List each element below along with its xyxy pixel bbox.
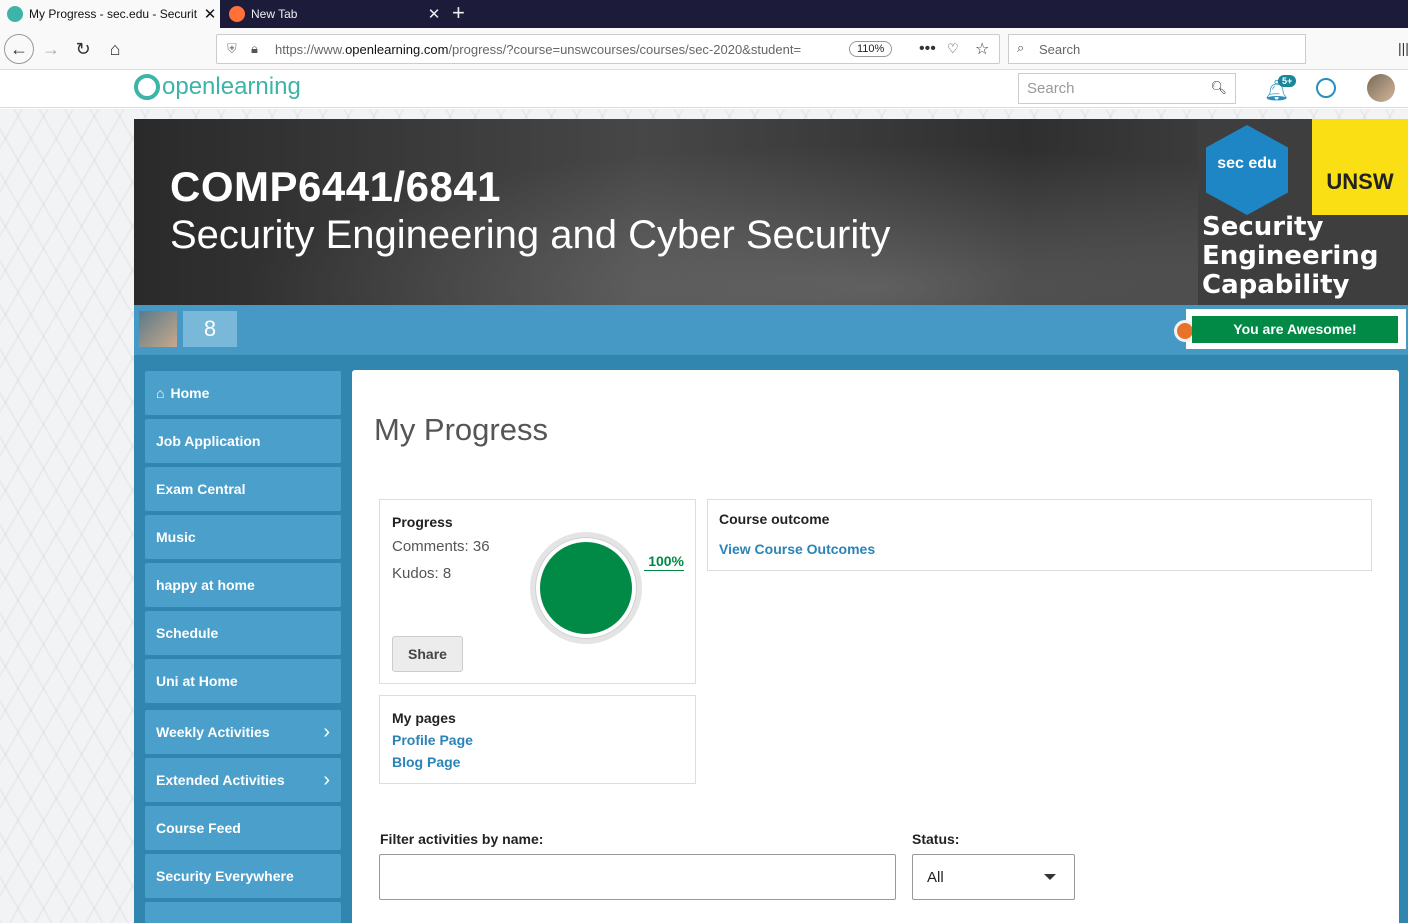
- notification-badge: 5+: [1278, 75, 1297, 87]
- sidebar-item-schedule[interactable]: Schedule: [145, 611, 341, 655]
- user-avatar[interactable]: [1367, 74, 1395, 102]
- sidebar-item-partial[interactable]: [145, 902, 341, 923]
- sidebar-item-happy-at-home[interactable]: happy at home: [145, 563, 341, 607]
- progress-percent-label: 100%: [644, 553, 684, 571]
- home-icon[interactable]: ⌂: [100, 34, 130, 64]
- course-title: Security Engineering and Cyber Security: [170, 213, 891, 257]
- sidebar-item-course-feed[interactable]: Course Feed: [145, 806, 341, 850]
- my-pages-card: My pages Profile Page Blog Page: [379, 695, 696, 784]
- tab-title: My Progress - sec.edu - Securit: [29, 7, 198, 21]
- sidebar-item-uni-at-home[interactable]: Uni at Home: [145, 659, 341, 703]
- search-icon[interactable]: 🔍︎: [1210, 80, 1227, 96]
- status-label: Status:: [912, 831, 960, 847]
- chevron-down-icon: [1044, 874, 1056, 880]
- site-header: openlearning Search 🔍︎ 🔔︎ 5+: [0, 70, 1408, 108]
- home-icon: ⌂: [156, 385, 165, 401]
- firefox-favicon-icon: [229, 6, 245, 22]
- filter-name-input[interactable]: [379, 854, 896, 900]
- sidebar-item-extended-activities[interactable]: Extended Activities ›: [145, 758, 341, 802]
- tab-new-tab[interactable]: New Tab ✕: [222, 0, 444, 28]
- blog-page-link[interactable]: Blog Page: [392, 754, 460, 770]
- progress-card: Progress Comments: 36 Kudos: 8 100% Shar…: [379, 499, 696, 684]
- openlearning-logo[interactable]: openlearning: [134, 73, 301, 101]
- sidebar-item-job-application[interactable]: Job Application: [145, 419, 341, 463]
- url-text[interactable]: https://www.openlearning.com/progress/?c…: [275, 42, 835, 57]
- sidebar-item-exam-central[interactable]: Exam Central: [145, 467, 341, 511]
- library-icon[interactable]: |||: [1398, 40, 1408, 56]
- course-outcome-header: Course outcome: [719, 511, 830, 527]
- filter-name-label: Filter activities by name:: [380, 831, 544, 847]
- view-course-outcomes-link[interactable]: View Course Outcomes: [719, 541, 875, 557]
- openlearning-favicon-icon: [7, 6, 23, 22]
- award-banner[interactable]: You are Awesome!: [1174, 309, 1406, 349]
- comments-count: Comments: 36: [392, 538, 490, 555]
- tab-title: New Tab: [251, 7, 298, 21]
- pocket-icon[interactable]: ♡: [947, 41, 959, 57]
- award-text: You are Awesome!: [1192, 316, 1398, 343]
- kudos-score: 8: [183, 311, 237, 347]
- bookmark-star-icon[interactable]: ☆: [975, 39, 989, 59]
- kudos-count: Kudos: 8: [392, 565, 452, 582]
- course-code: COMP6441/6841: [170, 163, 502, 210]
- sidebar-item-home[interactable]: ⌂ Home: [145, 371, 341, 415]
- search-placeholder: Search: [1039, 41, 1081, 57]
- globe-icon[interactable]: [1316, 78, 1336, 98]
- progress-pie-chart: [530, 532, 642, 644]
- site-search-input[interactable]: Search 🔍︎: [1018, 73, 1236, 104]
- course-outcome-card: Course outcome View Course Outcomes: [707, 499, 1372, 571]
- chevron-right-icon: ›: [323, 720, 330, 743]
- browser-tab-bar: My Progress - sec.edu - Securit ✕ New Ta…: [0, 0, 1408, 28]
- page-actions-icon[interactable]: •••: [919, 40, 936, 58]
- course-banner: COMP6441/6841 Security Engineering and C…: [134, 119, 1408, 306]
- site-search-placeholder: Search: [1027, 80, 1075, 97]
- sidebar-item-security-everywhere[interactable]: Security Everywhere: [145, 854, 341, 898]
- browser-nav-bar: ← → ↻ ⌂ ⛨ 🔒︎ https://www.openlearning.co…: [0, 28, 1408, 70]
- progress-header: Progress: [392, 514, 453, 530]
- sidebar-item-music[interactable]: Music: [145, 515, 341, 559]
- forward-arrow-icon[interactable]: →: [36, 34, 66, 64]
- profile-bar: 8 You are Awesome!: [134, 305, 1408, 355]
- my-pages-header: My pages: [392, 710, 456, 726]
- url-bar[interactable]: ⛨ 🔒︎ https://www.openlearning.com/progre…: [216, 34, 1000, 64]
- close-tab-icon[interactable]: ✕: [424, 5, 444, 23]
- reload-icon[interactable]: ↻: [68, 34, 98, 64]
- new-tab-plus-icon[interactable]: +: [452, 2, 465, 24]
- brand-box: sec edu UNSW Security Engineering Capabi…: [1198, 119, 1408, 306]
- back-arrow-icon[interactable]: ←: [4, 34, 34, 64]
- status-selected-value: All: [927, 869, 944, 886]
- unsw-logo: UNSW: [1312, 119, 1408, 215]
- tracking-shield-icon[interactable]: ⛨: [227, 41, 237, 57]
- close-tab-icon[interactable]: ✕: [200, 5, 220, 23]
- profile-page-link[interactable]: Profile Page: [392, 732, 473, 748]
- lock-icon[interactable]: 🔒︎: [251, 41, 258, 57]
- zoom-level-badge[interactable]: 110%: [849, 41, 893, 57]
- progress-pie-fill: [540, 542, 632, 634]
- sec-eng-cap-text: Security Engineering Capability: [1202, 212, 1379, 300]
- search-icon: ⌕: [1017, 40, 1025, 55]
- student-avatar[interactable]: [139, 311, 177, 347]
- sidebar-item-weekly-activities[interactable]: Weekly Activities ›: [145, 710, 341, 754]
- tab-my-progress[interactable]: My Progress - sec.edu - Securit ✕: [0, 0, 220, 28]
- logo-ring-icon: [134, 74, 160, 100]
- page-title: My Progress: [374, 412, 548, 447]
- logo-text: openlearning: [162, 73, 301, 100]
- chevron-right-icon: ›: [323, 768, 330, 791]
- sec-edu-hex-logo: sec edu: [1206, 125, 1288, 215]
- status-select[interactable]: All: [912, 854, 1075, 900]
- sidebar-nav: ⌂ Home Job Application Exam Central Music…: [134, 355, 352, 923]
- share-button[interactable]: Share: [392, 636, 463, 672]
- browser-search-field[interactable]: ⌕ Search: [1008, 34, 1306, 64]
